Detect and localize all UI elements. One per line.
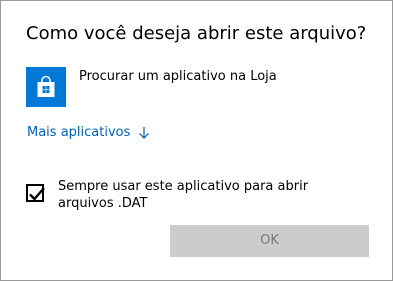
more-apps-link[interactable]: Mais aplicativos [27,124,150,141]
checkmark-icon [29,187,45,201]
store-icon [26,67,66,107]
dialog-title: Como você deseja abrir este arquivo? [26,23,367,44]
always-use-label: Sempre usar este aplicativo para abrir a… [58,179,309,211]
always-use-checkbox[interactable] [26,184,45,202]
open-with-dialog: Como você deseja abrir este arquivo? Pro… [0,0,393,281]
shopping-bag-icon [37,75,55,97]
ok-button[interactable]: OK [170,225,369,257]
store-option-label: Procurar um aplicativo na Loja [79,69,277,84]
always-use-option[interactable]: Sempre usar este aplicativo para abrir a… [26,178,371,212]
more-apps-label: Mais aplicativos [27,125,131,140]
store-search-option[interactable]: Procurar um aplicativo na Loja [26,66,371,108]
arrow-down-icon [138,126,150,140]
